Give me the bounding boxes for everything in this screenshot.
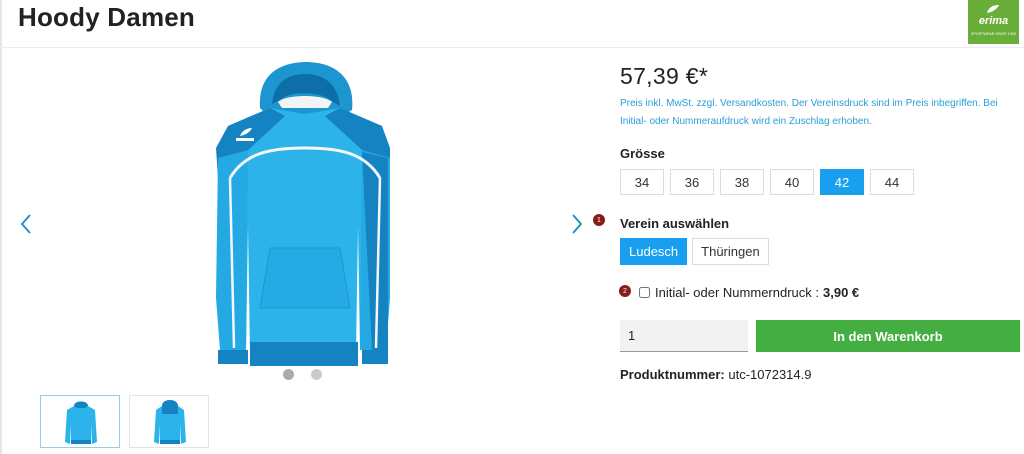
size-option-38[interactable]: 38 (720, 169, 764, 195)
club-option-thueringen[interactable]: Thüringen (692, 238, 769, 265)
product-main-image (216, 62, 390, 366)
size-option-34[interactable]: 34 (620, 169, 664, 195)
quantity-input[interactable]: 1 (620, 320, 748, 352)
price-note: Preis inkl. MwSt. zzgl. Versandkosten. D… (620, 98, 998, 127)
header-divider (0, 47, 1024, 48)
product-price: 57,39 €* (620, 63, 709, 89)
product-title: Hoody Damen (18, 2, 196, 32)
size-option-42[interactable]: 42 (820, 169, 864, 195)
print-option-row: Initial- oder Nummerndruck : 3,90 € (637, 285, 859, 300)
erima-logo[interactable]: erima SPORTWEAR SINCE 1900 (968, 0, 1019, 44)
logo-leaf-icon (987, 5, 999, 13)
club-option-ludesch[interactable]: Ludesch (620, 238, 688, 265)
size-options: 34 36 38 40 42 44 (620, 169, 914, 195)
size-option-40[interactable]: 40 (770, 169, 814, 195)
print-option-label: Initial- oder Nummerndruck : (655, 285, 819, 300)
logo-word: erima (978, 15, 1009, 27)
size-option-36[interactable]: 36 (670, 169, 714, 195)
club-options: Ludesch Thüringen (620, 238, 769, 265)
club-label: Verein auswählen (620, 216, 730, 231)
size-option-44[interactable]: 44 (870, 169, 914, 195)
print-option-checkbox[interactable] (639, 287, 650, 298)
add-to-cart-button[interactable]: In den Warenkorb (756, 320, 1020, 352)
size-label: Grösse (620, 146, 665, 161)
step-badge-2: 2 (619, 285, 631, 297)
gallery-thumbnail-2[interactable] (129, 395, 209, 448)
gallery-next-arrow-icon[interactable] (568, 212, 586, 236)
print-option-price: 3,90 € (823, 285, 860, 300)
gallery-dot-2[interactable] (311, 369, 322, 380)
product-number-value: utc-1072314.9 (728, 367, 812, 382)
thumbnail-hoodie-front-icon (65, 401, 97, 444)
left-border (0, 0, 2, 454)
step-badge-1: 1 (593, 214, 605, 226)
gallery-prev-arrow-icon[interactable] (18, 212, 36, 236)
thumbnail-hoodie-back-icon (154, 400, 186, 444)
gallery-thumbnail-1[interactable] (40, 395, 120, 448)
gallery-dot-1[interactable] (283, 369, 294, 380)
product-number-label: Produktnummer: (620, 367, 725, 382)
product-number: Produktnummer: utc-1072314.9 (620, 367, 811, 382)
logo-tagline: SPORTWEAR SINCE 1900 (971, 32, 1016, 36)
